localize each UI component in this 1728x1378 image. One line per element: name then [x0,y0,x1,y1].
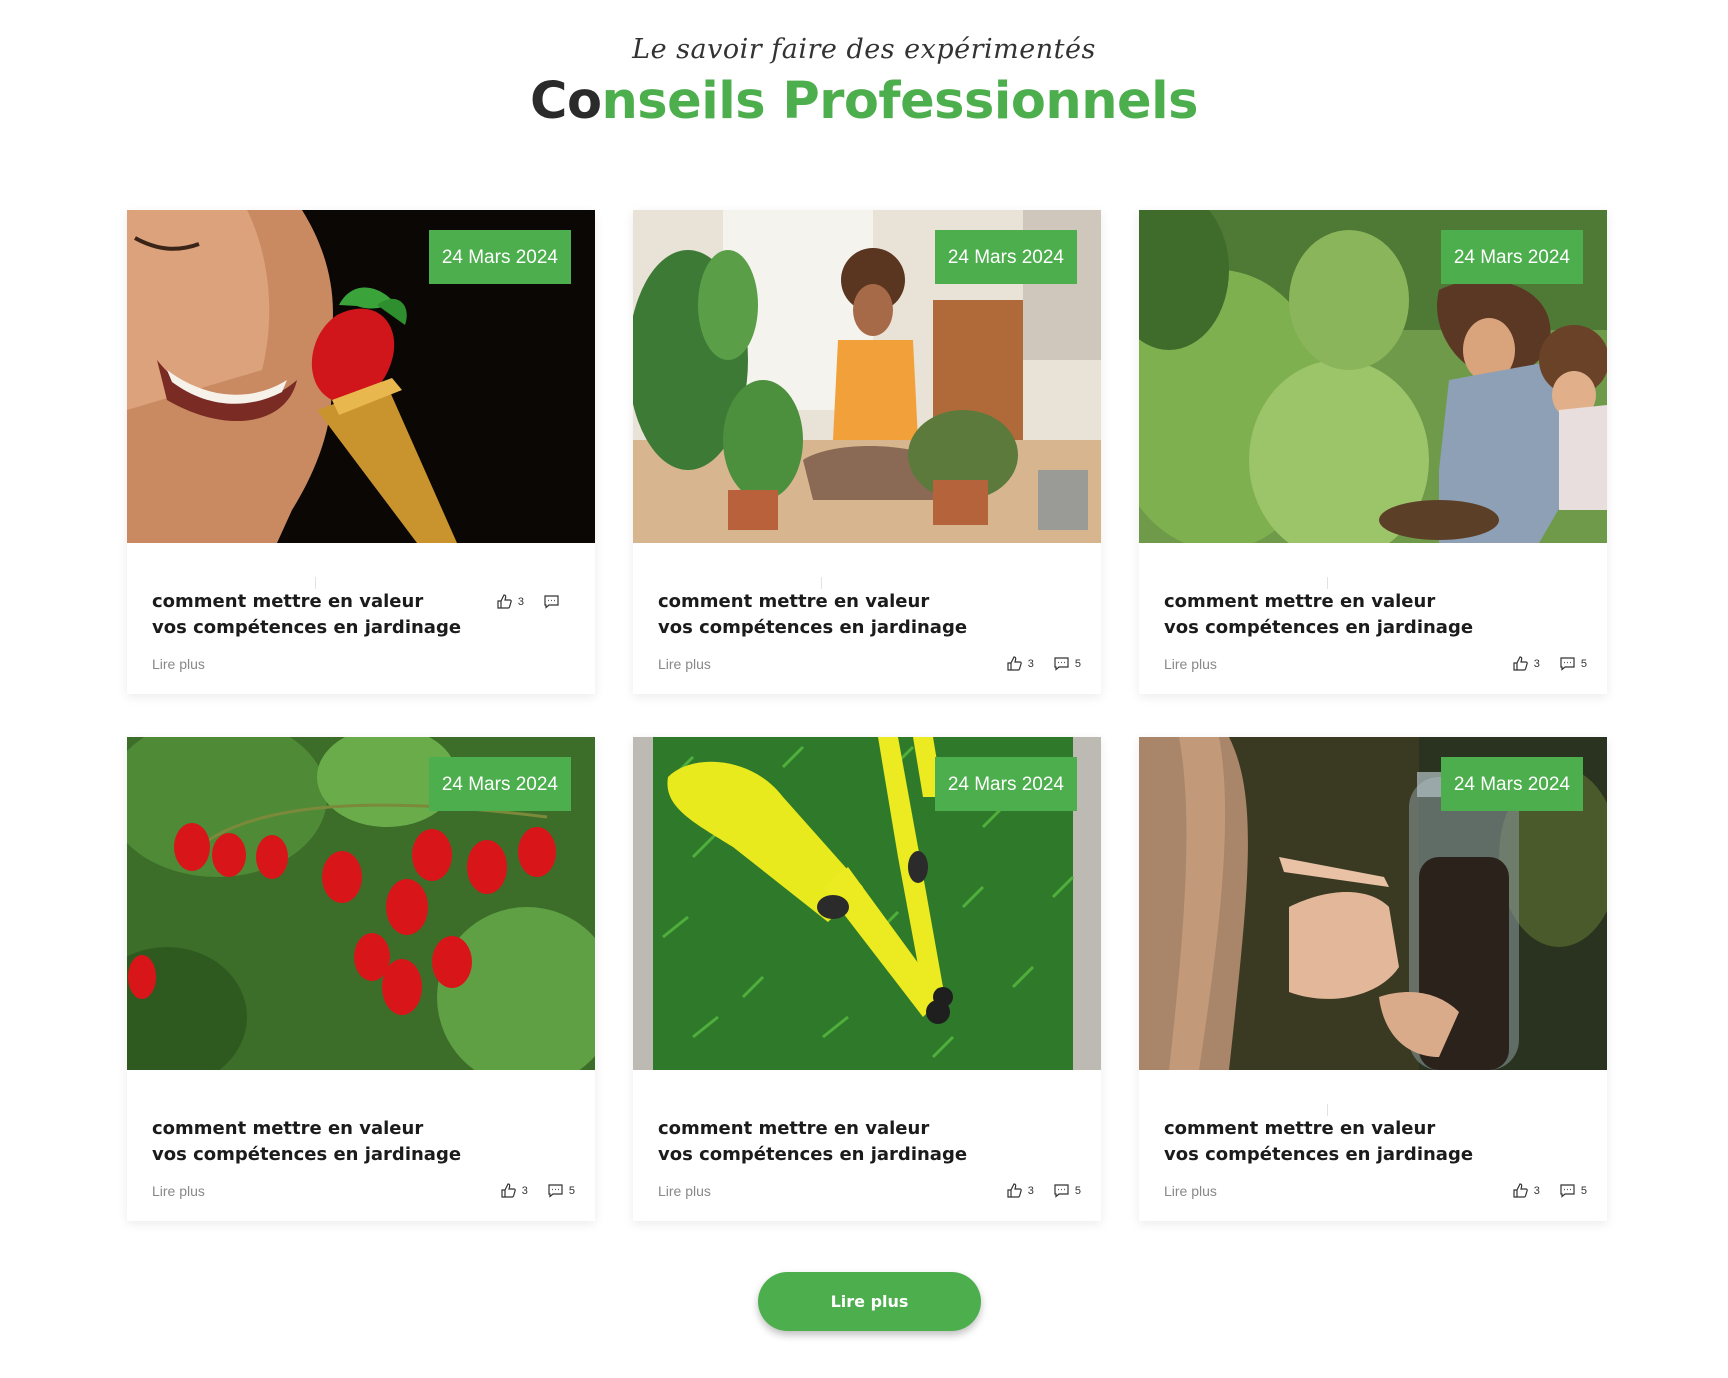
article-card[interactable]: 24 Mars 2024 comment mettre en valeur vo… [1139,737,1607,1221]
comment-count: 5 [1074,657,1081,670]
thumbs-up-icon[interactable] [1512,1182,1529,1199]
divider [821,577,822,589]
comment-count: 5 [1580,657,1587,670]
like-count: 3 [1027,1184,1034,1197]
read-more-link[interactable]: Lire plus [152,656,205,672]
article-title[interactable]: comment mettre en valeur vos compétences… [658,1116,968,1168]
like-count: 3 [517,595,524,608]
date-badge: 24 Mars 2024 [428,230,571,284]
comment-icon[interactable] [543,593,560,610]
article-card[interactable]: 24 Mars 2024 comment mettre en valeur vo… [633,210,1101,694]
read-more-link[interactable]: Lire plus [1164,656,1217,672]
date-badge: 24 Mars 2024 [934,757,1077,811]
date-badge: 24 Mars 2024 [1440,230,1583,284]
comment-icon[interactable] [1559,1182,1576,1199]
article-meta: 3 5 [500,1182,575,1199]
article-title[interactable]: comment mettre en valeur vos compétences… [152,589,462,641]
section-title: Conseils Professionnels [0,72,1728,132]
comment-icon[interactable] [547,1182,564,1199]
thumbs-up-icon[interactable] [1512,655,1529,672]
section-header: Le savoir faire des expérimentés Conseil… [0,34,1728,132]
comment-count: 5 [1074,1184,1081,1197]
thumbs-up-icon[interactable] [500,1182,517,1199]
like-count: 3 [521,1184,528,1197]
article-title[interactable]: comment mettre en valeur vos compétences… [658,589,968,641]
like-count: 3 [1533,1184,1540,1197]
child-bottle-soil-photo[interactable]: 24 Mars 2024 [1139,737,1607,1070]
like-count: 3 [1027,657,1034,670]
article-title[interactable]: comment mettre en valeur vos compétences… [1164,589,1474,641]
title-dark-part: Co [530,72,602,131]
article-card[interactable]: 24 Mars 2024 comment mettre en valeur vo… [127,737,595,1221]
date-badge: 24 Mars 2024 [428,757,571,811]
woman-eating-strawberry-photo[interactable]: 24 Mars 2024 [127,210,595,543]
article-meta: 3 5 [1006,655,1081,672]
article-title[interactable]: comment mettre en valeur vos compétences… [1164,1116,1474,1168]
date-badge: 24 Mars 2024 [1440,757,1583,811]
article-meta: 3 5 [1006,1182,1081,1199]
article-meta: 3 5 [1512,655,1587,672]
article-card[interactable]: 24 Mars 2024 comment mettre en valeur vo… [127,210,595,694]
thumbs-up-icon[interactable] [496,593,513,610]
comment-icon[interactable] [1053,655,1070,672]
read-more-link[interactable]: Lire plus [1164,1183,1217,1199]
thumbs-up-icon[interactable] [1006,1182,1023,1199]
section-tagline: Le savoir faire des expérimentés [632,34,1096,65]
read-more-link[interactable]: Lire plus [152,1183,205,1199]
comment-icon[interactable] [1559,655,1576,672]
comment-count: 5 [568,1184,575,1197]
read-more-link[interactable]: Lire plus [658,1183,711,1199]
like-count: 3 [1533,657,1540,670]
article-grid: 24 Mars 2024 comment mettre en valeur vo… [127,210,1607,1221]
strawberry-plant-photo[interactable]: 24 Mars 2024 [127,737,595,1070]
thumbs-up-icon[interactable] [1006,655,1023,672]
date-badge: 24 Mars 2024 [934,230,1077,284]
divider [1327,1104,1328,1116]
article-card[interactable]: 24 Mars 2024 comment mettre en valeur vo… [1139,210,1607,694]
lire-plus-button[interactable]: Lire plus [758,1272,981,1331]
article-meta: 3 5 [1512,1182,1587,1199]
divider [315,577,316,589]
article-meta: 3 [496,593,565,610]
article-title[interactable]: comment mettre en valeur vos compétences… [152,1116,462,1168]
yellow-garden-tools-photo[interactable]: 24 Mars 2024 [633,737,1101,1070]
divider [1327,577,1328,589]
comment-icon[interactable] [1053,1182,1070,1199]
woman-with-houseplants-photo[interactable]: 24 Mars 2024 [633,210,1101,543]
article-card[interactable]: 24 Mars 2024 comment mettre en valeur vo… [633,737,1101,1221]
comment-count: 5 [1580,1184,1587,1197]
mother-child-gardening-photo[interactable]: 24 Mars 2024 [1139,210,1607,543]
title-green-part: nseils Professionnels [601,72,1199,131]
read-more-link[interactable]: Lire plus [658,656,711,672]
